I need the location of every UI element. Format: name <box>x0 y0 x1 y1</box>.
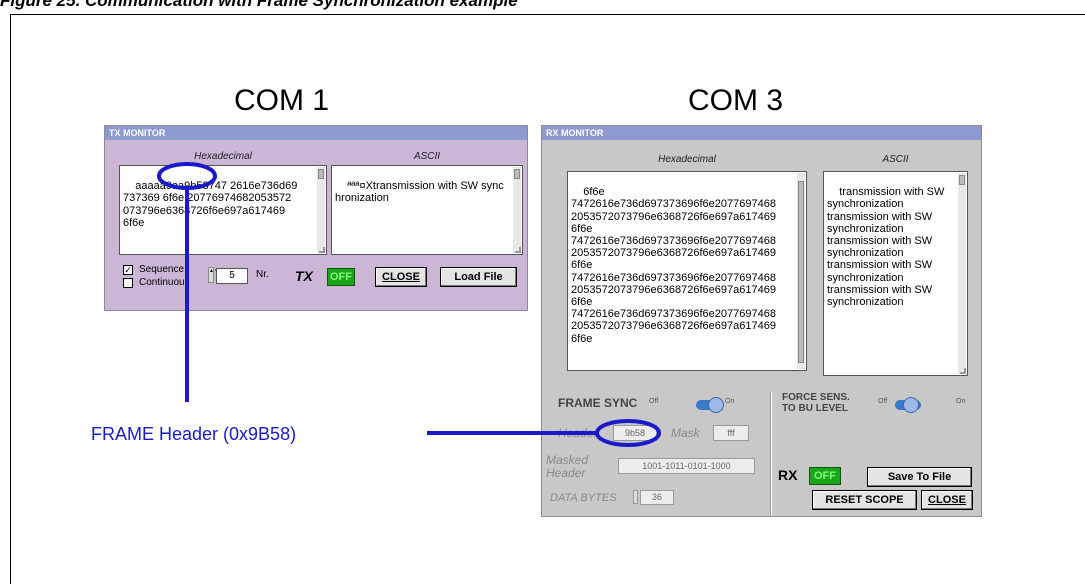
frame-header-annotation: FRAME Header (0x9B58) <box>91 424 297 444</box>
callout-overlay <box>157 162 661 447</box>
tx-header-highlight-ellipse <box>157 162 217 190</box>
rx-header-highlight-ellipse <box>595 419 661 447</box>
